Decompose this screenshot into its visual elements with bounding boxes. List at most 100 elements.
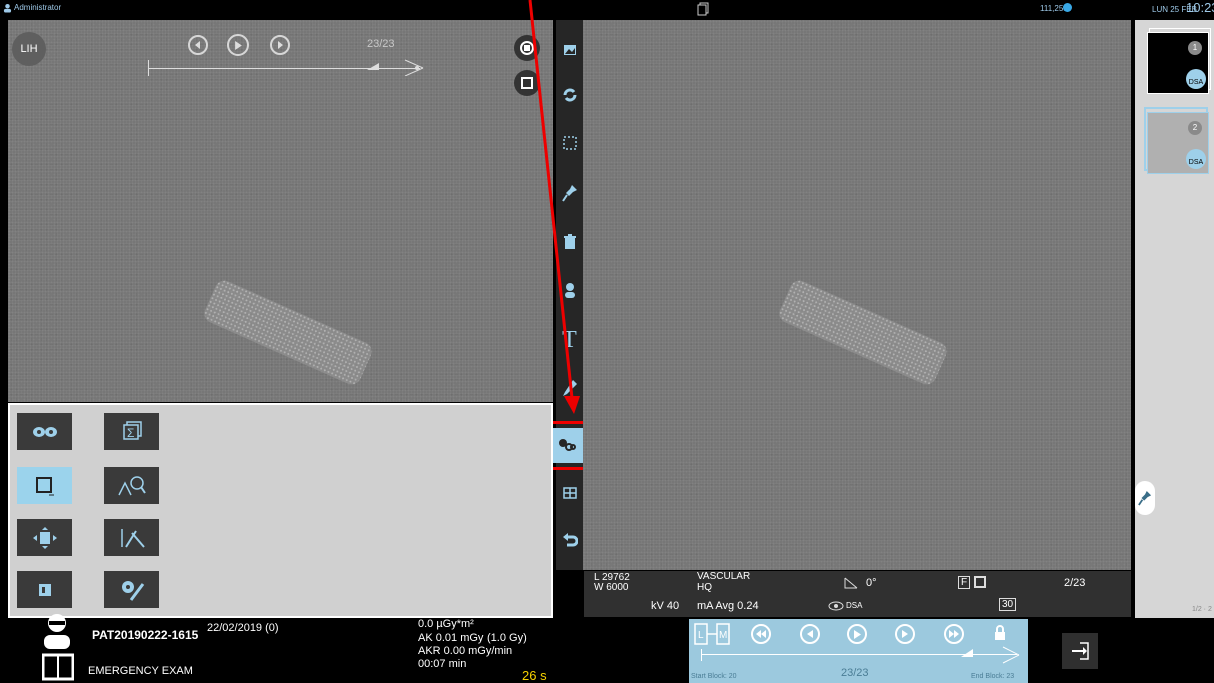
- right-image-viewer[interactable]: [583, 20, 1131, 570]
- sum-layers-icon: Σ: [122, 420, 142, 440]
- dsa-label: DSA: [846, 601, 863, 610]
- dsa-badge: DSA: [1186, 149, 1206, 169]
- image-content: [776, 277, 950, 388]
- protocol: VASCULAR HQ: [697, 571, 750, 593]
- zoom-measure-button[interactable]: [104, 467, 159, 504]
- patient-icon: [44, 614, 70, 649]
- tools-button[interactable]: [104, 571, 159, 608]
- split-icon: [38, 583, 51, 596]
- angle: 0°: [866, 577, 877, 589]
- next-frame-button[interactable]: [270, 35, 290, 55]
- frame-index: 2/23: [1064, 577, 1086, 589]
- undo-icon[interactable]: [556, 529, 583, 553]
- svg-text:Σ: Σ: [127, 426, 134, 440]
- user-icon: [3, 3, 12, 13]
- image-info-bar: L 29762 W 6000 VASCULAR HQ 0° F 2/23: [584, 571, 1131, 595]
- prev-frame-button[interactable]: [188, 35, 208, 55]
- svg-text:L: L: [698, 630, 704, 641]
- step-forward-button[interactable]: [895, 624, 915, 644]
- playback-counter: 23/23: [841, 667, 869, 679]
- width-value: W 6000: [594, 582, 629, 593]
- frame-icon: [35, 476, 54, 495]
- thumbnail-panel: 1 DSA 2 DSA 1/2 · 2: [1135, 20, 1214, 618]
- playback-controls: LM 23/23 Start Block: 20 End Block: 23: [689, 619, 1028, 683]
- thumbnail-pagination: 1/2 · 2: [1192, 606, 1212, 613]
- tools-panel: Σ: [8, 403, 553, 618]
- top-status-bar: Administrator 111,258 LUN 25 FEB 10:23: [0, 0, 1214, 19]
- ma: mA Avg 0.24: [697, 600, 759, 612]
- fps[interactable]: 30: [999, 598, 1017, 611]
- eye-icon: [828, 601, 844, 611]
- orientation-badge[interactable]: LIH: [12, 32, 46, 66]
- disk-status-icon: [1063, 3, 1072, 12]
- annotation-arrow: [528, 0, 580, 414]
- angle-icon: [844, 577, 858, 589]
- start-block: Start Block: 20: [691, 673, 737, 680]
- patient-id: PAT20190222-1615: [92, 628, 199, 642]
- username[interactable]: Administrator: [14, 3, 61, 12]
- zoom-measure-icon: [117, 475, 146, 495]
- sum-button[interactable]: Σ: [104, 413, 159, 450]
- timer: 26 s: [522, 668, 547, 683]
- timeline-handles[interactable]: [365, 58, 425, 76]
- frame-counter: 23/23: [367, 38, 395, 50]
- tools-icon: [121, 580, 144, 601]
- lm-toggle-icon[interactable]: LM: [694, 623, 730, 645]
- prev-icon: [195, 41, 200, 49]
- exam-date: 22/02/2019 (0): [207, 622, 279, 634]
- exam-type: EMERGENCY EXAM: [88, 665, 193, 677]
- pan-button[interactable]: [17, 519, 72, 556]
- quality: HQ: [697, 582, 712, 593]
- step-back-icon: [807, 630, 813, 638]
- mask-icon: [32, 426, 57, 437]
- dsa-badge: DSA: [1186, 69, 1206, 89]
- fast-forward-icon: [949, 630, 959, 638]
- calibrate-icon: [120, 528, 145, 548]
- exit-icon: [1072, 642, 1089, 660]
- air-kerma: AK 0.01 mGy: [418, 632, 484, 644]
- thumbnail-2[interactable]: 2 DSA: [1147, 112, 1209, 174]
- fast-forward-button[interactable]: [944, 624, 964, 644]
- dose-area: 0.0 µGy*m²: [418, 618, 474, 630]
- lock-icon[interactable]: [994, 625, 1006, 641]
- kv: kV 40: [651, 600, 680, 612]
- pin-icon: [1138, 491, 1152, 506]
- window-icon[interactable]: [974, 576, 986, 588]
- step-back-button[interactable]: [800, 624, 820, 644]
- book-icon: [42, 653, 74, 681]
- exposure-time: 00:07 min: [418, 658, 467, 670]
- left-image-viewer[interactable]: [8, 20, 553, 402]
- documents-icon[interactable]: [697, 2, 709, 16]
- air-kerma-rate: AKR 0.00 mGy/min: [418, 645, 513, 657]
- thumbnail-index: 2: [1188, 121, 1202, 135]
- calibrate-button[interactable]: [104, 519, 159, 556]
- split-button[interactable]: [17, 571, 72, 608]
- play-pause-button[interactable]: [847, 624, 867, 644]
- svg-text:M: M: [719, 630, 727, 641]
- play-icon: [234, 40, 242, 50]
- window-level: L 29762 W 6000: [594, 573, 630, 593]
- thumbnail-index: 1: [1188, 41, 1202, 55]
- clock: 10:23: [1186, 0, 1214, 15]
- acquisition-info-bar: kV 40 mA Avg 0.24 DSA 30: [584, 595, 1131, 617]
- protocol-name: VASCULAR: [697, 571, 751, 582]
- flag-f[interactable]: F: [958, 576, 971, 589]
- step-forward-icon: [902, 630, 908, 638]
- pan-icon: [32, 526, 57, 549]
- air-kerma-total: (1.0 Gy): [487, 632, 527, 644]
- play-icon: [853, 629, 861, 639]
- next-icon: [278, 41, 283, 49]
- layout-grid-icon[interactable]: [556, 481, 583, 505]
- pin-button[interactable]: [1135, 481, 1155, 515]
- mask-button[interactable]: [17, 413, 72, 450]
- image-content: [201, 277, 375, 388]
- end-block: End Block: 23: [971, 673, 1015, 680]
- play-button[interactable]: [227, 34, 249, 56]
- rewind-button[interactable]: [751, 624, 771, 644]
- playback-handles[interactable]: [959, 645, 1021, 665]
- frame-button[interactable]: [17, 467, 72, 504]
- exit-button[interactable]: [1062, 633, 1098, 669]
- timeline-start-tick: [701, 649, 702, 661]
- rewind-icon: [756, 630, 766, 638]
- thumbnail-1[interactable]: 1 DSA: [1147, 32, 1209, 94]
